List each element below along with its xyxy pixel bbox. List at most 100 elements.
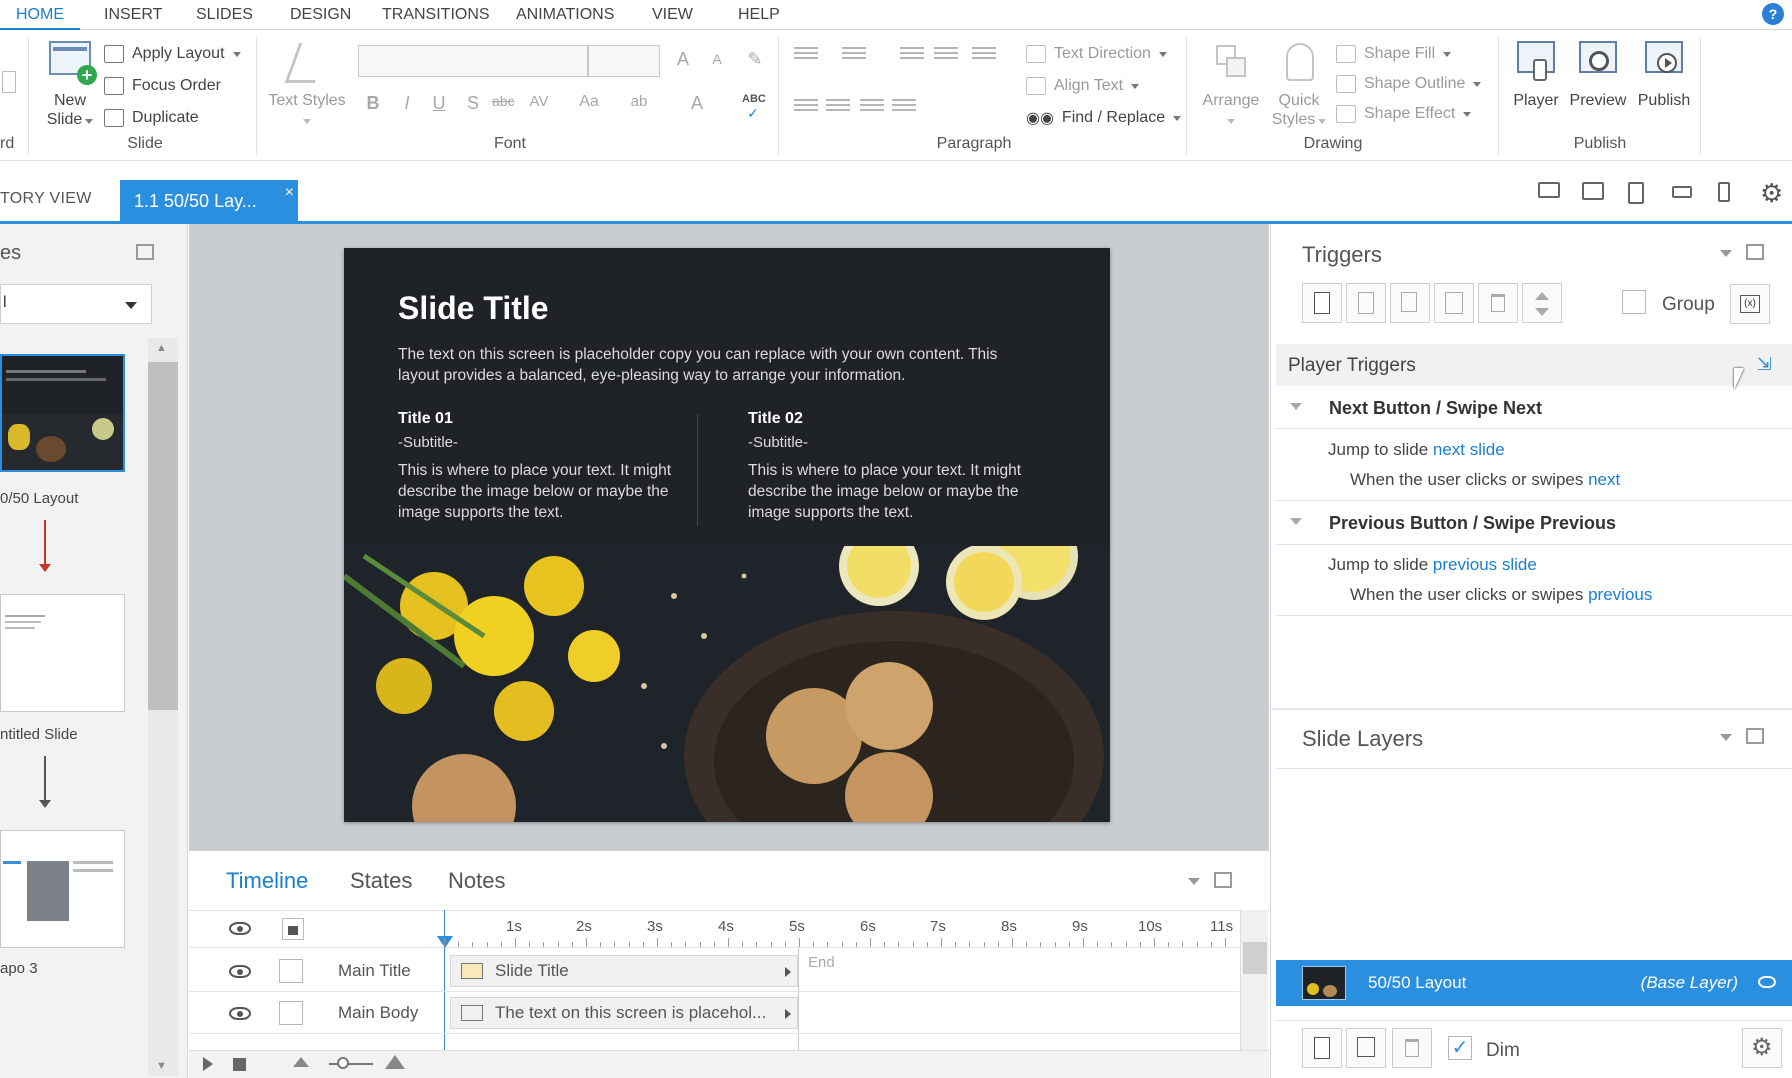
- apply-layout-button[interactable]: Apply Layout: [104, 41, 241, 67]
- change-case-button[interactable]: Aa: [578, 93, 600, 111]
- trigger-action-link[interactable]: next slide: [1433, 440, 1505, 459]
- slide-title[interactable]: Slide Title: [398, 290, 549, 327]
- line-spacing-icon[interactable]: [972, 47, 996, 65]
- tab-animations[interactable]: ANIMATIONS: [500, 0, 630, 30]
- focus-order-button[interactable]: Focus Order: [104, 73, 221, 99]
- edit-trigger-button[interactable]: [1346, 283, 1386, 323]
- column-2-title[interactable]: Title 02: [748, 410, 803, 428]
- font-family-select[interactable]: [358, 45, 588, 77]
- phone-landscape-icon[interactable]: [1672, 186, 1692, 198]
- shadow-button[interactable]: S: [462, 93, 484, 114]
- slide-thumbnail-3[interactable]: [0, 830, 125, 948]
- shape-fill-button[interactable]: Shape Fill: [1336, 41, 1452, 67]
- quick-styles-button[interactable]: Quick Styles: [1268, 39, 1330, 129]
- slide-tab-active[interactable]: 1.1 50/50 Lay... ×: [120, 180, 298, 222]
- trigger-condition[interactable]: When the user clicks or swipes previous: [1350, 585, 1652, 605]
- column-2-body[interactable]: This is where to place your text. It mig…: [748, 460, 1038, 523]
- scroll-up-icon[interactable]: ▲: [156, 342, 167, 354]
- char-spacing-button[interactable]: AV: [528, 93, 550, 110]
- scroll-down-icon[interactable]: ▼: [156, 1060, 167, 1072]
- reorder-trigger-button[interactable]: [1522, 283, 1562, 323]
- play-icon[interactable]: [203, 1057, 213, 1071]
- text-styles-button[interactable]: Text Styles: [262, 39, 352, 129]
- slide-thumbnail-2[interactable]: [0, 594, 125, 712]
- story-view-tab[interactable]: TORY VIEW: [0, 190, 92, 208]
- chevron-right-icon[interactable]: [785, 967, 791, 977]
- dim-checkbox[interactable]: ✓: [1448, 1036, 1472, 1060]
- numbering-icon[interactable]: [842, 47, 866, 65]
- column-1-body[interactable]: This is where to place your text. It mig…: [398, 460, 688, 523]
- column-1-title[interactable]: Title 01: [398, 410, 453, 428]
- chevron-down-icon[interactable]: [1188, 878, 1200, 885]
- font-size-select[interactable]: [588, 45, 660, 77]
- trigger-action-link[interactable]: previous slide: [1433, 555, 1537, 574]
- new-slide-button[interactable]: + New Slide: [44, 39, 97, 129]
- underline-button[interactable]: U: [428, 93, 450, 114]
- base-layer-row[interactable]: 50/50 Layout (Base Layer): [1276, 960, 1792, 1006]
- scrollbar-thumb[interactable]: [148, 362, 178, 710]
- font-color-button[interactable]: A: [686, 93, 708, 114]
- shape-outline-button[interactable]: Shape Outline: [1336, 71, 1482, 97]
- timeline-bar[interactable]: Slide Title: [450, 955, 798, 987]
- scene-select[interactable]: l: [0, 284, 152, 324]
- desktop-view-icon[interactable]: [1538, 182, 1560, 198]
- panel-restore-icon[interactable]: [1746, 244, 1764, 260]
- duplicate-button[interactable]: Duplicate: [104, 105, 199, 131]
- new-trigger-button[interactable]: [1302, 283, 1342, 323]
- trigger-action[interactable]: Jump to slide previous slide: [1328, 555, 1537, 575]
- timeline-row[interactable]: Main Body The text on this screen is pla…: [189, 992, 1239, 1034]
- lock-checkbox[interactable]: [279, 959, 303, 983]
- paste-icon[interactable]: [2, 71, 16, 93]
- zoom-in-icon[interactable]: [385, 1055, 405, 1069]
- shape-effect-button[interactable]: Shape Effect: [1336, 101, 1472, 127]
- align-text-button[interactable]: Align Text: [1026, 73, 1140, 99]
- chevron-down-icon[interactable]: [1290, 518, 1302, 525]
- player-triggers-header[interactable]: Player Triggers ⇲: [1276, 344, 1792, 386]
- eye-icon[interactable]: [229, 965, 251, 978]
- timeline-row[interactable]: Main Title Slide Title: [189, 950, 1239, 992]
- paste-trigger-button[interactable]: [1434, 283, 1474, 323]
- zoom-out-icon[interactable]: [293, 1057, 309, 1067]
- layer-settings-button[interactable]: ⚙: [1742, 1028, 1782, 1068]
- align-center-icon[interactable]: [826, 99, 850, 117]
- eye-icon[interactable]: [1758, 976, 1776, 988]
- panel-restore-icon[interactable]: [1214, 872, 1232, 888]
- arrange-button[interactable]: Arrange: [1196, 39, 1266, 129]
- food-photo[interactable]: [344, 512, 1110, 822]
- timeline-bar[interactable]: The text on this screen is placehol...: [450, 997, 798, 1029]
- tab-view[interactable]: VIEW: [636, 0, 709, 30]
- scrollbar-thumb[interactable]: [1243, 942, 1267, 974]
- tab-help[interactable]: HELP: [722, 0, 796, 30]
- close-icon[interactable]: ×: [285, 172, 294, 214]
- phone-portrait-icon[interactable]: [1718, 182, 1730, 202]
- new-layer-button[interactable]: [1302, 1028, 1342, 1068]
- tab-notes[interactable]: Notes: [448, 868, 505, 894]
- player-button[interactable]: Player: [1508, 39, 1564, 110]
- text-direction-button[interactable]: Text Direction: [1026, 41, 1167, 67]
- chevron-down-icon[interactable]: [1720, 734, 1732, 741]
- eye-icon[interactable]: [229, 922, 251, 935]
- lock-icon[interactable]: [282, 918, 304, 940]
- delete-layer-button[interactable]: [1392, 1028, 1432, 1068]
- trigger-condition[interactable]: When the user clicks or swipes next: [1350, 470, 1620, 490]
- chevron-down-icon[interactable]: [1720, 250, 1732, 257]
- align-left-icon[interactable]: [794, 99, 818, 117]
- decrease-indent-icon[interactable]: [900, 47, 924, 65]
- playhead-marker[interactable]: [437, 936, 453, 948]
- gear-icon[interactable]: ⚙: [1760, 178, 1783, 209]
- stop-icon[interactable]: [233, 1058, 246, 1071]
- zoom-slider[interactable]: [329, 1063, 373, 1065]
- chevron-right-icon[interactable]: [785, 1009, 791, 1019]
- tab-transitions[interactable]: TRANSITIONS: [366, 0, 506, 30]
- tablet-landscape-icon[interactable]: [1582, 182, 1604, 200]
- tab-timeline[interactable]: Timeline: [226, 868, 308, 894]
- trigger-condition-link[interactable]: previous: [1588, 585, 1652, 604]
- trigger-group-title[interactable]: Next Button / Swipe Next: [1329, 398, 1542, 419]
- clear-format-icon[interactable]: ✎: [744, 49, 766, 70]
- trigger-group-title[interactable]: Previous Button / Swipe Previous: [1329, 513, 1616, 534]
- highlight-button[interactable]: ab: [628, 93, 650, 110]
- tab-states[interactable]: States: [350, 868, 412, 894]
- lock-checkbox[interactable]: [279, 1001, 303, 1025]
- tablet-portrait-icon[interactable]: [1628, 182, 1644, 204]
- align-right-icon[interactable]: [860, 99, 884, 117]
